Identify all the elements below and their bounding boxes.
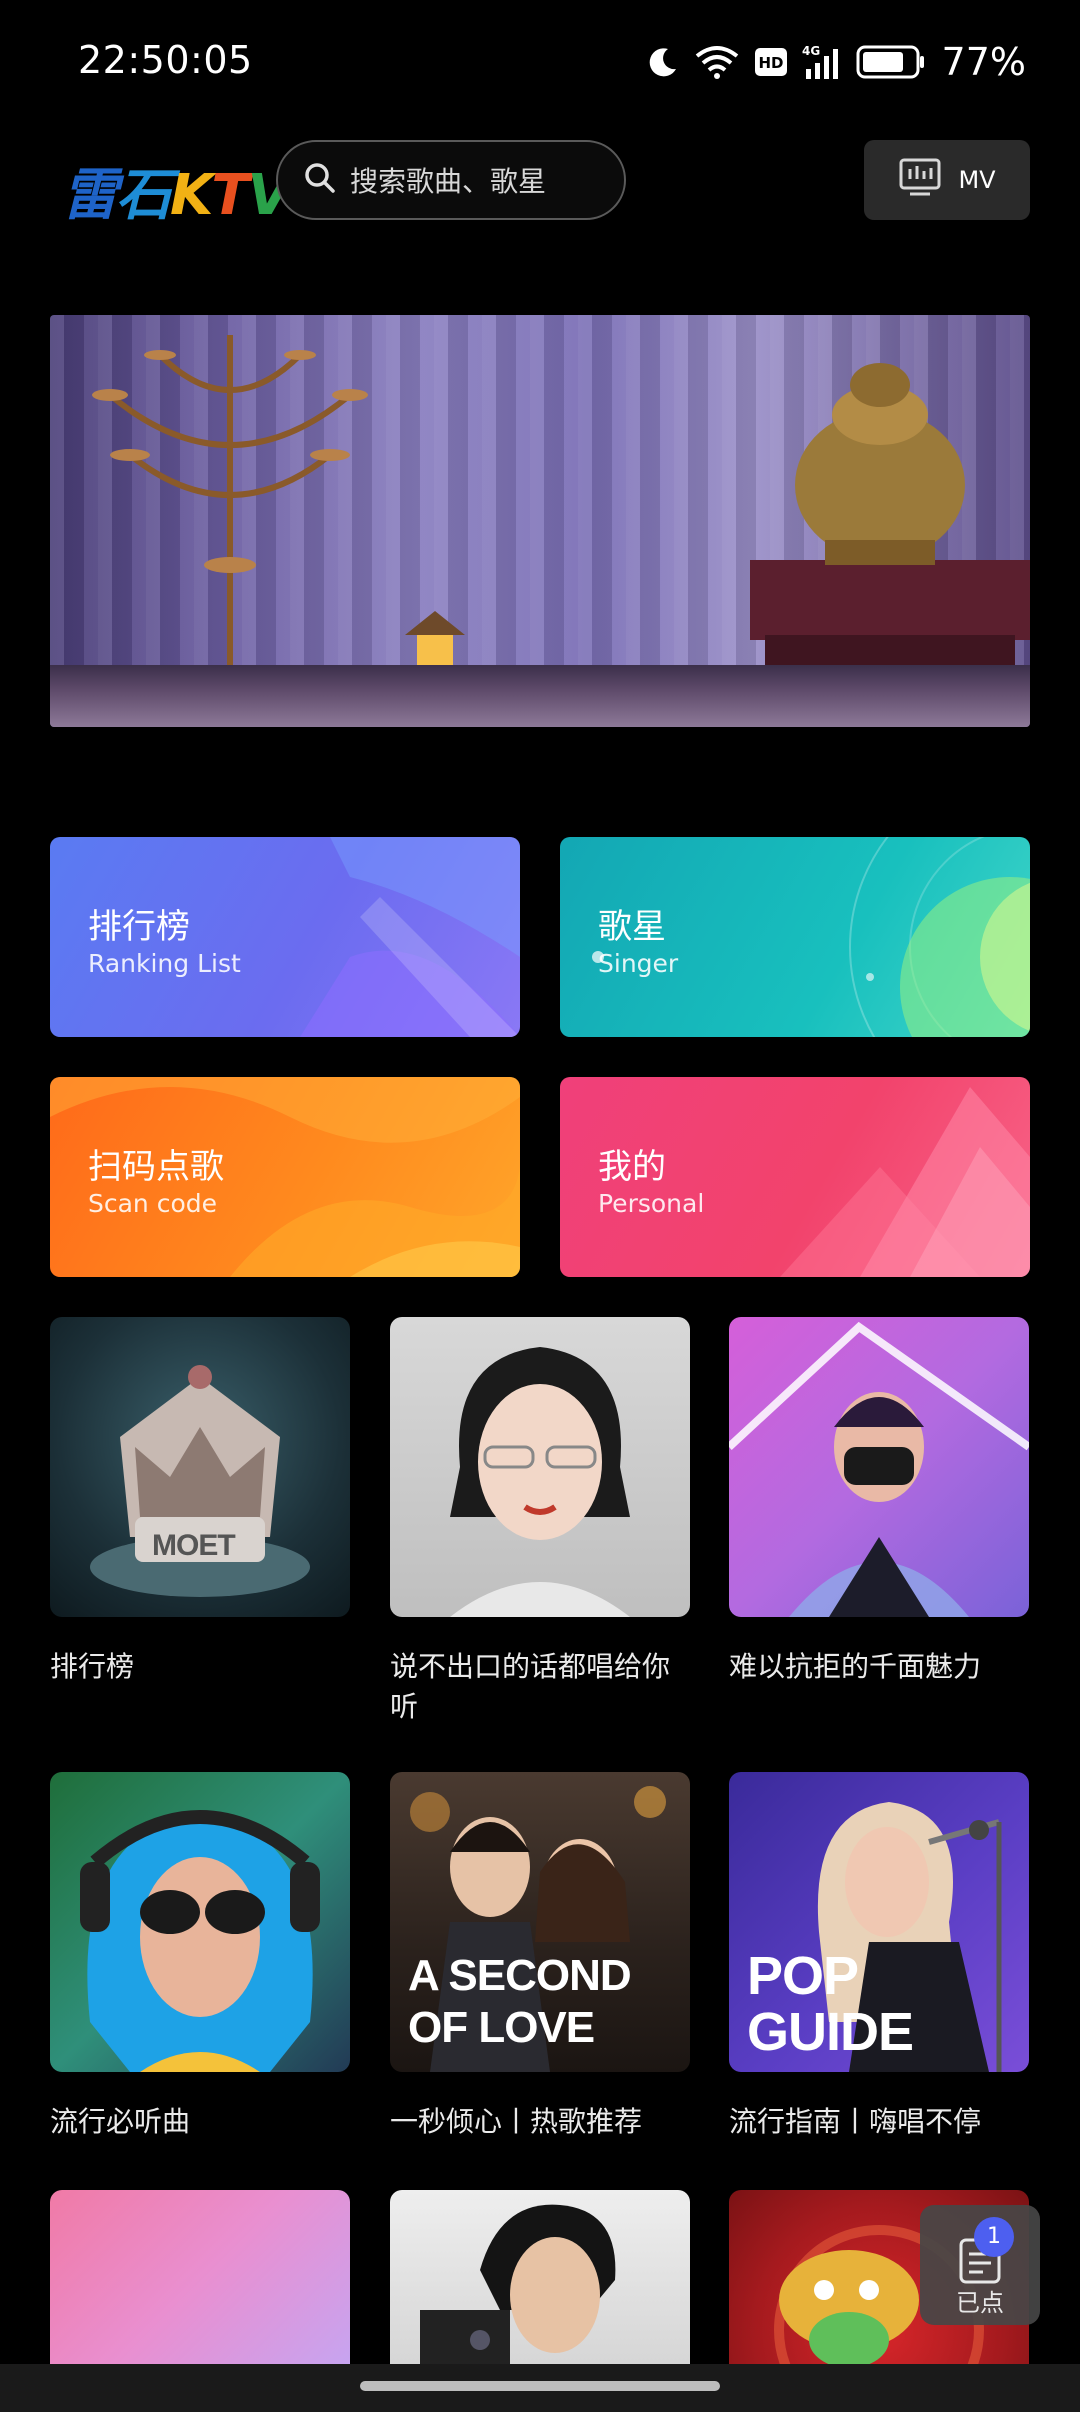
playlist-card[interactable]: 难以抗拒的千面魅力 — [729, 1317, 1029, 1687]
playlist-card[interactable]: A SECOND OF LOVE 一秒倾心丨热歌推荐 — [390, 1772, 690, 2142]
category-personal-title: 我的 — [598, 1147, 666, 1187]
search-icon — [304, 162, 336, 198]
logo-text: 雷石KTV — [62, 163, 291, 228]
playlist-card[interactable] — [50, 2190, 350, 2364]
playlist-title: 难以抗拒的千面魅力 — [729, 1650, 982, 1683]
queue-label: 已点 — [956, 2289, 1004, 2317]
playlist-cover — [50, 1772, 350, 2072]
tv-icon — [898, 157, 942, 203]
battery-percentage: 77% — [941, 40, 1026, 84]
cover-text: POP GUIDE — [747, 1946, 914, 2062]
playlist-card[interactable] — [390, 2190, 690, 2364]
wifi-icon — [694, 44, 740, 80]
mv-label: MV — [958, 166, 996, 194]
category-personal-subtitle: Personal — [598, 1189, 705, 1218]
playlist-card[interactable]: 流行必听曲 — [50, 1772, 350, 2142]
ktv-home-screen: 22:50:05 HD 4G 77% 雷石KTV 搜索歌曲、歌星 MV 排行榜 … — [0, 0, 1080, 2412]
playlist-cover: A SECOND OF LOVE — [390, 1772, 690, 2072]
status-time: 22:50:05 — [78, 38, 253, 82]
category-singer-card[interactable]: 歌星 Singer — [560, 837, 1030, 1037]
category-ranking-title: 排行榜 — [88, 907, 190, 947]
playlist-cover — [729, 1317, 1029, 1617]
category-personal-card[interactable]: 我的 Personal — [560, 1077, 1030, 1277]
promo-banner[interactable] — [50, 315, 1030, 727]
playlist-title: 说不出口的话都唱给你听 — [390, 1650, 671, 1723]
cover-text: A SECOND OF LOVE — [408, 1951, 632, 2052]
status-bar: 22:50:05 HD 4G 77% — [0, 0, 1080, 124]
queue-button[interactable]: 1 已点 — [920, 2205, 1040, 2325]
signal-4g-icon: 4G — [802, 43, 842, 81]
playlist-cover — [390, 2190, 690, 2364]
category-scan-title: 扫码点歌 — [88, 1147, 224, 1187]
category-scan-card[interactable]: 扫码点歌 Scan code — [50, 1077, 520, 1277]
playlist-title: 一秒倾心丨热歌推荐 — [390, 2105, 643, 2138]
category-scan-subtitle: Scan code — [88, 1189, 218, 1218]
app-header: 雷石KTV 搜索歌曲、歌星 MV — [0, 136, 1080, 228]
mv-button[interactable]: MV — [864, 140, 1030, 220]
playlist-title: 排行榜 — [50, 1650, 135, 1683]
status-icons: HD 4G 77% — [646, 36, 1026, 88]
search-placeholder: 搜索歌曲、歌星 — [350, 165, 547, 198]
category-singer-subtitle: Singer — [598, 949, 679, 978]
playlist-card[interactable]: 说不出口的话都唱给你听 — [390, 1317, 690, 1727]
home-indicator[interactable] — [360, 2381, 720, 2391]
playlist-title: 流行必听曲 — [50, 2105, 191, 2138]
category-ranking-subtitle: Ranking List — [88, 949, 241, 978]
hd-badge-text: HD — [758, 54, 783, 72]
signal-4g-text: 4G — [802, 44, 820, 58]
playlist-cover: MOET — [50, 1317, 350, 1617]
playlist-card[interactable]: POP GUIDE 流行指南丨嗨唱不停 — [729, 1772, 1029, 2142]
hd-icon: HD — [754, 47, 788, 77]
queue-count-badge: 1 — [974, 2217, 1014, 2257]
search-input[interactable]: 搜索歌曲、歌星 — [276, 140, 626, 220]
cover-text: MOET — [152, 1529, 236, 1562]
playlist-cover — [390, 1317, 690, 1617]
playlist-cover: POP GUIDE — [729, 1772, 1029, 2072]
playlist-cover — [50, 2190, 350, 2364]
playlist-title: 流行指南丨嗨唱不停 — [729, 2105, 982, 2138]
category-singer-title: 歌星 — [598, 907, 666, 947]
playlist-card[interactable]: MOET 排行榜 — [50, 1317, 350, 1687]
battery-icon — [856, 44, 926, 80]
moon-icon — [646, 45, 680, 79]
app-logo[interactable]: 雷石KTV — [62, 146, 291, 228]
category-ranking-card[interactable]: 排行榜 Ranking List — [50, 837, 520, 1037]
